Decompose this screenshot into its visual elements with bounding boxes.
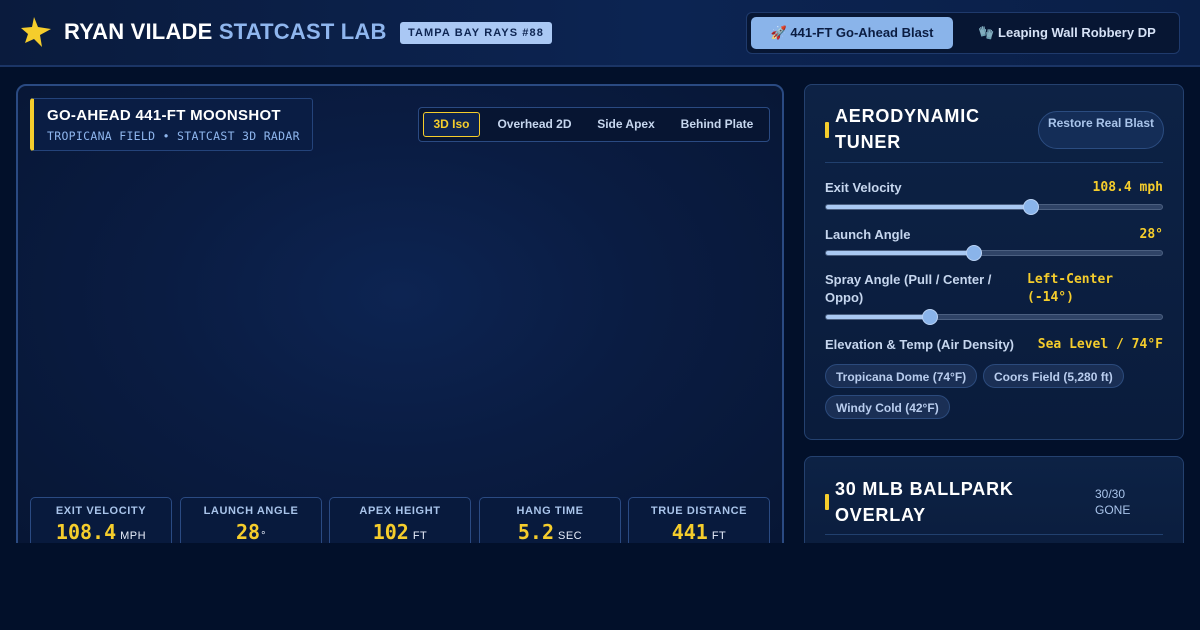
play-subtitle: TROPICANA FIELD • STATCAST 3D RADAR [47, 129, 300, 143]
stat-unit: FT [412, 530, 428, 542]
stat-label: EXIT VELOCITY [55, 505, 147, 517]
app-header: RYAN VILADE STATCAST LAB TAMPA BAY RAYS … [0, 0, 1200, 67]
stat-value: 441 [671, 520, 708, 544]
restore-real-blast-button[interactable]: Restore Real Blast [1038, 111, 1164, 149]
trajectory-viewer[interactable]: GO-AHEAD 441-FT MOONSHOT TROPICANA FIELD… [16, 84, 784, 554]
slider-fill [826, 251, 974, 255]
launch-angle-label: Launch Angle [825, 227, 911, 242]
accent-bar [825, 122, 829, 138]
star-icon [21, 17, 51, 47]
page-bottom-background [0, 543, 1200, 630]
ballpark-title: 30 MLB BALLPARK OVERLAY [835, 479, 1014, 525]
launch-angle-value: 28° [1139, 227, 1163, 242]
stat-unit: ° [261, 530, 266, 542]
slider-thumb[interactable] [965, 245, 982, 261]
play-title: GO-AHEAD 441-FT MOONSHOT [47, 107, 281, 124]
slider-fill [826, 205, 1031, 209]
stat-label: APEX HEIGHT [359, 505, 441, 517]
preset-tropicana-dome[interactable]: Tropicana Dome (74°F) [825, 364, 978, 388]
spray-angle-value: Left-Center (-14°) [1027, 272, 1114, 305]
camera-view-switcher: 3D Iso Overhead 2D Side Apex Behind Plat… [418, 107, 770, 142]
stat-value: 108.4 [55, 520, 117, 544]
view-behind-plate[interactable]: Behind Plate [671, 112, 763, 137]
spray-angle-label: Spray Angle (Pull / Center / Oppo) [825, 272, 992, 305]
slider-thumb[interactable] [922, 309, 939, 325]
exit-velocity-slider[interactable] [825, 199, 1163, 215]
stat-value: 5.2 [517, 520, 554, 544]
slider-thumb[interactable] [1022, 199, 1039, 215]
aerodynamic-tuner-panel: AERODYNAMIC TUNER Restore Real Blast Exi… [804, 84, 1184, 440]
ballpark-count: 30/30 GONE [1095, 487, 1131, 517]
stat-unit: MPH [120, 530, 147, 542]
exit-velocity-label: Exit Velocity [825, 180, 902, 195]
brand-name: RYAN VILADE [64, 19, 213, 44]
launch-angle-slider[interactable] [825, 245, 1163, 261]
accent-bar [825, 494, 829, 510]
view-3d-iso[interactable]: 3D Iso [423, 112, 480, 137]
stat-unit: FT [711, 530, 727, 542]
exit-velocity-value: 108.4 mph [1092, 180, 1163, 195]
brand-title: RYAN VILADE STATCAST LAB [64, 19, 387, 45]
stat-label: LAUNCH ANGLE [203, 505, 299, 517]
team-badge: TAMPA BAY RAYS #88 [400, 22, 552, 44]
play-title-card: GO-AHEAD 441-FT MOONSHOT TROPICANA FIELD… [30, 98, 313, 151]
play-tab-wall-robbery[interactable]: 🧤 Leaping Wall Robbery DP [961, 17, 1173, 49]
spray-angle-slider[interactable] [825, 309, 1163, 325]
stat-value: 102 [372, 520, 409, 544]
view-overhead-2d[interactable]: Overhead 2D [487, 112, 582, 137]
stat-label: HANG TIME [516, 505, 584, 517]
tuner-title: AERODYNAMIC TUNER [835, 106, 980, 152]
preset-coors-field[interactable]: Coors Field (5,280 ft) [983, 364, 1124, 388]
play-tab-go-ahead-blast[interactable]: 🚀 441-FT Go-Ahead Blast [751, 17, 953, 49]
stat-value: 28 [236, 520, 261, 544]
stat-unit: SEC [558, 530, 583, 542]
view-side-apex[interactable]: Side Apex [586, 112, 666, 137]
elevation-temp-label: Elevation & Temp (Air Density) [825, 337, 1015, 352]
brand-suffix: STATCAST LAB [218, 19, 387, 44]
divider [825, 162, 1163, 163]
slider-fill [826, 315, 931, 319]
play-switcher: 🚀 441-FT Go-Ahead Blast 🧤 Leaping Wall R… [746, 12, 1180, 54]
stat-label: TRUE DISTANCE [650, 505, 748, 517]
preset-windy-cold[interactable]: Windy Cold (42°F) [825, 395, 950, 419]
elevation-temp-value: Sea Level / 74°F [1037, 337, 1163, 352]
divider [825, 534, 1163, 535]
